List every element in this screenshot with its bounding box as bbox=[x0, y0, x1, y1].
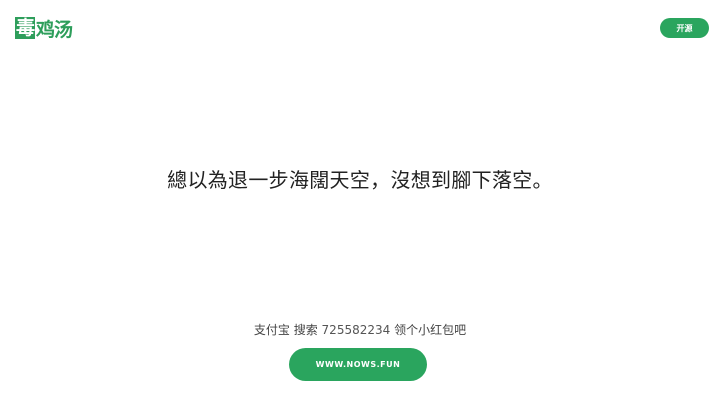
promo-suffix: 领个小红包吧 bbox=[394, 323, 467, 337]
open-source-button[interactable]: 开源 bbox=[660, 18, 709, 38]
promo-prefix: 支付宝 搜索 bbox=[253, 323, 318, 337]
promo-text: 支付宝 搜索 725582234 领个小红包吧 bbox=[0, 322, 720, 338]
site-logo[interactable]: 毒鸡汤 bbox=[15, 16, 73, 41]
promo-code: 725582234 bbox=[321, 323, 391, 337]
page: 毒鸡汤 开源 總以為退一步海闊天空，沒想到腳下落空。 支付宝 搜索 725582… bbox=[0, 0, 720, 398]
website-url-button[interactable]: WWW.NOWS.FUN bbox=[289, 348, 427, 381]
quote-text: 總以為退一步海闊天空，沒想到腳下落空。 bbox=[167, 168, 553, 192]
logo-text: 鸡汤 bbox=[36, 18, 73, 41]
logo-mark: 毒 bbox=[15, 17, 35, 39]
